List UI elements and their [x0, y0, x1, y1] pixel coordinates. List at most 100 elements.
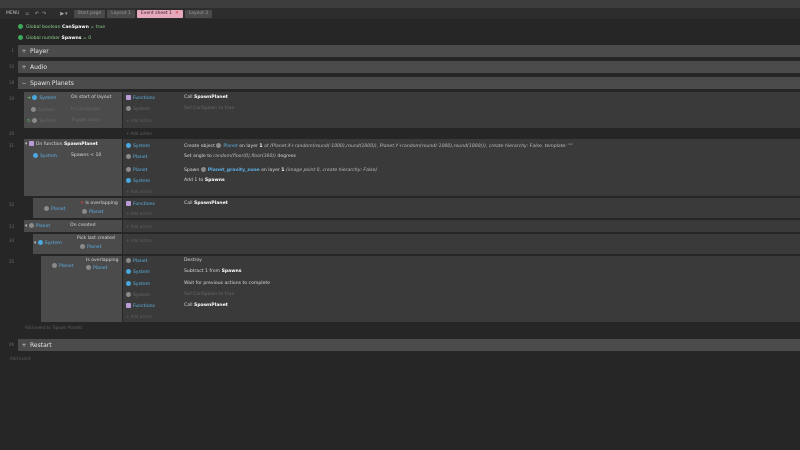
planet-gravity-zone-icon	[200, 167, 206, 172]
planet-icon	[28, 223, 34, 228]
tab-label: Event sheet 1	[140, 10, 172, 16]
condition-row[interactable]: Planet	[52, 263, 73, 269]
action-row[interactable]: Functions Call SpawnPlanet	[126, 303, 228, 309]
planet-icon	[86, 265, 91, 270]
condition-detail: Pick last created	[77, 236, 115, 241]
event-33-actions[interactable]	[123, 220, 800, 232]
system-icon	[126, 143, 131, 148]
save-icon[interactable]: ▫	[25, 11, 28, 17]
action-row[interactable]: System Wait for previous actions to compl…	[126, 281, 270, 287]
expand-icon[interactable]: +	[18, 64, 30, 71]
add-event-to-group-link[interactable]: Add event to 'Spawn Planets'	[25, 325, 83, 330]
action-row[interactable]: Planet Spawn Planet_gravity_zone on layer…	[126, 167, 377, 173]
action-row-disabled[interactable]: System Set CanSpawn to true	[126, 106, 234, 112]
condition-row[interactable]: ▾ Planet On created	[25, 223, 96, 229]
add-action-link[interactable]: Add action	[126, 131, 152, 136]
condition-row[interactable]: ➜ System On start of layout	[27, 95, 111, 101]
close-icon[interactable]: ✕	[175, 11, 179, 16]
functions-icon	[126, 95, 131, 100]
add-event-link[interactable]: Add event	[10, 356, 30, 361]
system-icon	[126, 292, 131, 297]
event-35-actions[interactable]	[123, 256, 800, 322]
group-restart[interactable]: + Restart	[18, 339, 800, 351]
condition-row-disabled[interactable]: System Is CanSpawn	[31, 107, 100, 113]
planet-icon	[126, 167, 131, 172]
system-icon	[126, 269, 131, 274]
action-row[interactable]: System Create object Planet on layer 1 at…	[126, 143, 573, 149]
functions-icon	[126, 201, 131, 206]
tab-layout-2[interactable]: Layout 2	[184, 9, 213, 18]
menu-button[interactable]: MENU	[6, 11, 19, 16]
tab-start-page[interactable]: Start page	[73, 9, 106, 18]
group-spawn-planets[interactable]: − Spawn Planets	[18, 77, 800, 89]
tab-layout-1[interactable]: Layout 1	[107, 9, 135, 18]
condition-detail[interactable]: ✕ Is overlapping	[80, 201, 118, 206]
system-icon	[32, 118, 38, 123]
system-icon	[32, 95, 38, 100]
planet-icon	[126, 258, 131, 263]
add-action-link[interactable]: Add action	[126, 314, 152, 319]
global-variable-spawns[interactable]: Global number Spawns = 0	[18, 35, 91, 41]
system-icon	[31, 107, 36, 112]
condition-row-disabled[interactable]: ↻ System Trigger once	[27, 118, 99, 124]
function-header[interactable]: ▾ On function SpawnPlanet	[25, 141, 98, 147]
action-row-disabled[interactable]: System Set CanSpawn to true	[126, 292, 234, 298]
line-number: 31	[8, 143, 14, 148]
condition-target: Planet	[80, 244, 101, 250]
planet-icon	[52, 263, 57, 268]
planet-icon	[82, 209, 87, 214]
line-number: 35	[8, 259, 14, 264]
add-action-link[interactable]: Add action	[126, 238, 152, 243]
condition-target: Planet	[86, 265, 107, 271]
condition-row[interactable]: ▾ System	[34, 240, 62, 246]
line-number: 30	[8, 131, 14, 136]
play-icon[interactable]: ▶	[60, 11, 64, 17]
add-action-link[interactable]: Add action	[126, 189, 152, 194]
action-row[interactable]: Planet Set angle to random(floor(0),floor…	[126, 154, 296, 160]
line-number: 46	[8, 342, 14, 347]
planet-icon	[80, 244, 85, 249]
group-audio[interactable]: + Audio	[18, 61, 800, 73]
line-number: 1	[11, 48, 14, 53]
condition-row[interactable]: System Spawns < 10	[33, 153, 101, 159]
functions-icon	[28, 141, 34, 146]
planet-icon	[216, 143, 222, 148]
action-row[interactable]: System Add 1 to Spawns	[126, 178, 225, 184]
global-variable-canspawn[interactable]: Global boolean CanSpawn = true	[18, 24, 105, 30]
system-icon	[126, 281, 131, 286]
add-action-link[interactable]: Add action	[126, 224, 152, 229]
event-31-conditions[interactable]	[24, 139, 122, 196]
system-icon	[126, 106, 131, 111]
system-icon	[37, 240, 43, 245]
group-player[interactable]: + Player	[18, 45, 800, 57]
undo-icon[interactable]: ↶	[35, 11, 39, 17]
action-row[interactable]: Functions Call SpawnPlanet	[126, 201, 228, 207]
action-row[interactable]: System Subtract 1 from Spawns	[126, 269, 242, 275]
global-variable-icon	[18, 24, 23, 29]
tab-event-sheet-1[interactable]: Event sheet 1 ✕	[136, 9, 183, 18]
line-number: 18	[8, 80, 14, 85]
add-action-link[interactable]: Add action	[126, 118, 152, 123]
expand-icon[interactable]: +	[18, 342, 30, 349]
add-action-link[interactable]: Add action	[126, 211, 152, 216]
line-number: 32	[8, 202, 14, 207]
collapse-icon[interactable]: −	[18, 80, 30, 87]
planet-icon	[126, 154, 131, 159]
system-icon	[33, 153, 38, 158]
action-row[interactable]: Planet Destroy	[126, 258, 202, 264]
chevron-down-icon[interactable]: ▾	[65, 11, 68, 17]
redo-icon[interactable]: ↷	[42, 11, 46, 17]
group-title: Spawn Planets	[30, 79, 74, 87]
group-title: Player	[30, 47, 49, 55]
line-number: 19	[8, 96, 14, 101]
condition-row[interactable]: Planet	[44, 206, 65, 212]
event-34-actions[interactable]	[123, 234, 800, 254]
action-row[interactable]: Functions Call SpawnPlanet	[126, 95, 228, 101]
planet-icon	[44, 206, 49, 211]
title-bar	[0, 0, 800, 8]
condition-detail: Is overlapping	[86, 258, 119, 263]
tab-label: Layout 1	[111, 10, 131, 16]
expand-icon[interactable]: +	[18, 48, 30, 55]
system-icon	[126, 178, 131, 183]
toolbar: MENU ▫ ↶ ↷ ▶ ▾ Start page Layout 1 Event…	[0, 8, 800, 19]
